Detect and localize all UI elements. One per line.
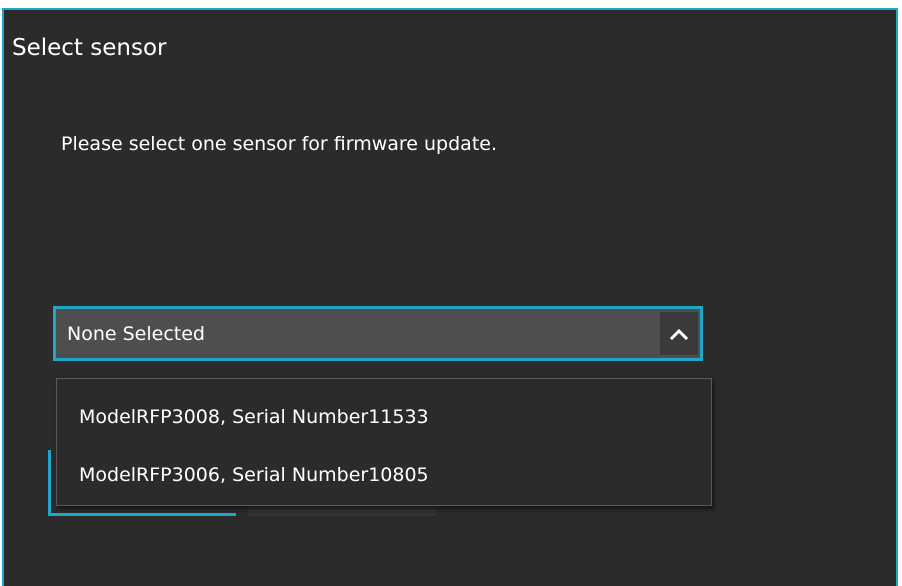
dropdown-option-sensor-11533[interactable]: ModelRFP3008, Serial Number11533 (79, 405, 429, 429)
dialog-message: Please select one sensor for firmware up… (61, 133, 497, 155)
chevron-up-icon[interactable] (660, 312, 698, 355)
select-sensor-dialog: Select sensor Please select one sensor f… (2, 8, 898, 586)
select-selected-value: None Selected (67, 323, 205, 345)
sensor-dropdown-list: ModelRFP3008, Serial Number11533 ModelRF… (56, 378, 712, 506)
dialog-title: Select sensor (12, 35, 167, 61)
dropdown-option-sensor-10805[interactable]: ModelRFP3006, Serial Number10805 (79, 463, 429, 487)
sensor-select[interactable]: None Selected (53, 306, 703, 361)
